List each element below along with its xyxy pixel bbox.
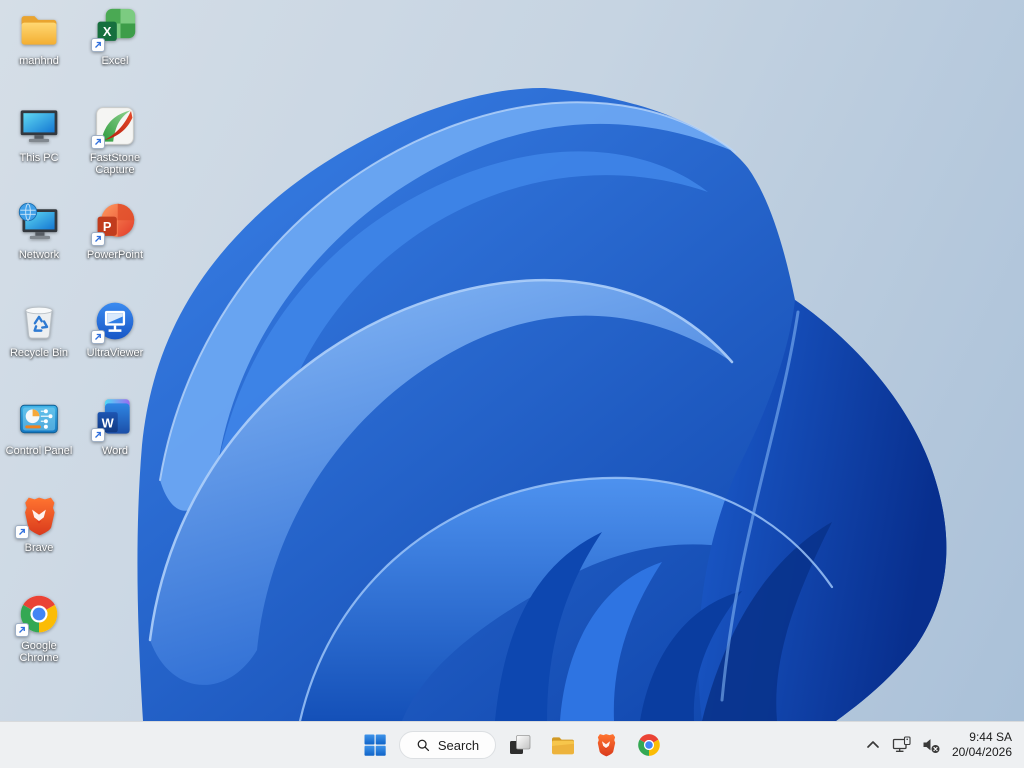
windows-logo-icon	[364, 734, 386, 756]
desktop-icon-brave[interactable]: Brave	[2, 494, 76, 554]
desktop-icon-label: Network	[18, 249, 60, 261]
desktop[interactable]: manhnd X Excel This PC FastStone Capture…	[0, 0, 1024, 768]
shortcut-arrow-icon	[91, 232, 105, 246]
taskbar-search[interactable]: Search	[399, 731, 496, 759]
desktop-icon-network[interactable]: Network	[2, 201, 76, 261]
powerpoint-icon: P	[91, 201, 137, 246]
clock-date: 20/04/2026	[951, 745, 1012, 759]
desktop-icon-label: Recycle Bin	[9, 347, 69, 359]
desktop-icon-label: Excel	[101, 55, 129, 67]
search-icon	[417, 739, 429, 751]
desktop-icon-label: Word	[101, 445, 129, 457]
network-icon	[17, 201, 61, 245]
desktop-icon-label: manhnd	[19, 55, 59, 67]
this-pc-icon	[17, 104, 61, 148]
faststone-capture-icon	[91, 104, 137, 149]
chevron-up-icon	[867, 741, 879, 748]
chrome-icon	[638, 734, 660, 756]
recycle-bin-icon	[17, 299, 61, 343]
shortcut-arrow-icon	[91, 38, 105, 52]
shortcut-arrow-icon	[15, 525, 29, 539]
taskbar-tray: 9:44 SA 20/04/2026	[859, 722, 1020, 768]
brave-button[interactable]	[587, 726, 625, 764]
taskbar-center-group: Search	[356, 722, 668, 768]
chrome-icon	[15, 592, 61, 637]
shortcut-arrow-icon	[91, 330, 105, 344]
file-explorer-icon	[552, 737, 574, 755]
task-view-icon	[510, 735, 531, 754]
desktop-icon-label: Brave	[24, 542, 54, 554]
start-button[interactable]	[356, 726, 394, 764]
desktop-icon-label: UltraViewer	[86, 347, 144, 359]
desktop-icon-manhnd[interactable]: manhnd	[2, 7, 76, 67]
chrome-button[interactable]	[630, 726, 668, 764]
shortcut-arrow-icon	[91, 135, 105, 149]
desktop-icon-label: This PC	[19, 152, 59, 164]
svg-text:P: P	[103, 219, 112, 234]
brave-icon	[597, 734, 616, 757]
network-icon	[892, 736, 911, 752]
file-explorer-button[interactable]	[544, 726, 582, 764]
desktop-icon-google-chrome[interactable]: Google Chrome	[2, 592, 76, 664]
word-icon: W	[91, 397, 137, 442]
shortcut-arrow-icon	[15, 623, 29, 637]
control-panel-icon	[17, 397, 61, 441]
task-view-button[interactable]	[501, 726, 539, 764]
excel-icon: X	[91, 7, 137, 52]
search-label: Search	[437, 737, 480, 753]
folder-icon	[17, 7, 61, 51]
desktop-icon-excel[interactable]: X Excel	[78, 7, 152, 67]
wallpaper-bloom	[137, 87, 947, 721]
desktop-icon-control-panel[interactable]: Control Panel	[2, 397, 76, 457]
svg-text:X: X	[103, 24, 112, 39]
volume-muted-icon	[923, 739, 940, 753]
volume-tray-button[interactable]	[917, 728, 945, 762]
brave-icon	[15, 494, 61, 539]
desktop-icon-this-pc[interactable]: This PC	[2, 104, 76, 164]
ultraviewer-icon	[91, 299, 137, 344]
desktop-icon-label: Google Chrome	[19, 640, 59, 664]
desktop-icon-label: PowerPoint	[86, 249, 144, 261]
tray-chevron-button[interactable]	[859, 728, 887, 762]
desktop-icon-word[interactable]: W Word	[78, 397, 152, 457]
network-tray-button[interactable]	[888, 728, 916, 762]
desktop-icon-faststone[interactable]: FastStone Capture	[78, 104, 152, 176]
desktop-icon-recycle-bin[interactable]: Recycle Bin	[2, 299, 76, 359]
shortcut-arrow-icon	[91, 428, 105, 442]
taskbar: Search 9:44 SA 20/04/2026	[0, 721, 1024, 768]
desktop-icon-ultraviewer[interactable]: UltraViewer	[78, 299, 152, 359]
desktop-icon-label: Control Panel	[5, 445, 73, 457]
desktop-icon-label: FastStone Capture	[89, 152, 141, 176]
clock-time: 9:44 SA	[969, 730, 1012, 744]
desktop-icon-powerpoint[interactable]: P PowerPoint	[78, 201, 152, 261]
taskbar-clock[interactable]: 9:44 SA 20/04/2026	[952, 730, 1012, 760]
